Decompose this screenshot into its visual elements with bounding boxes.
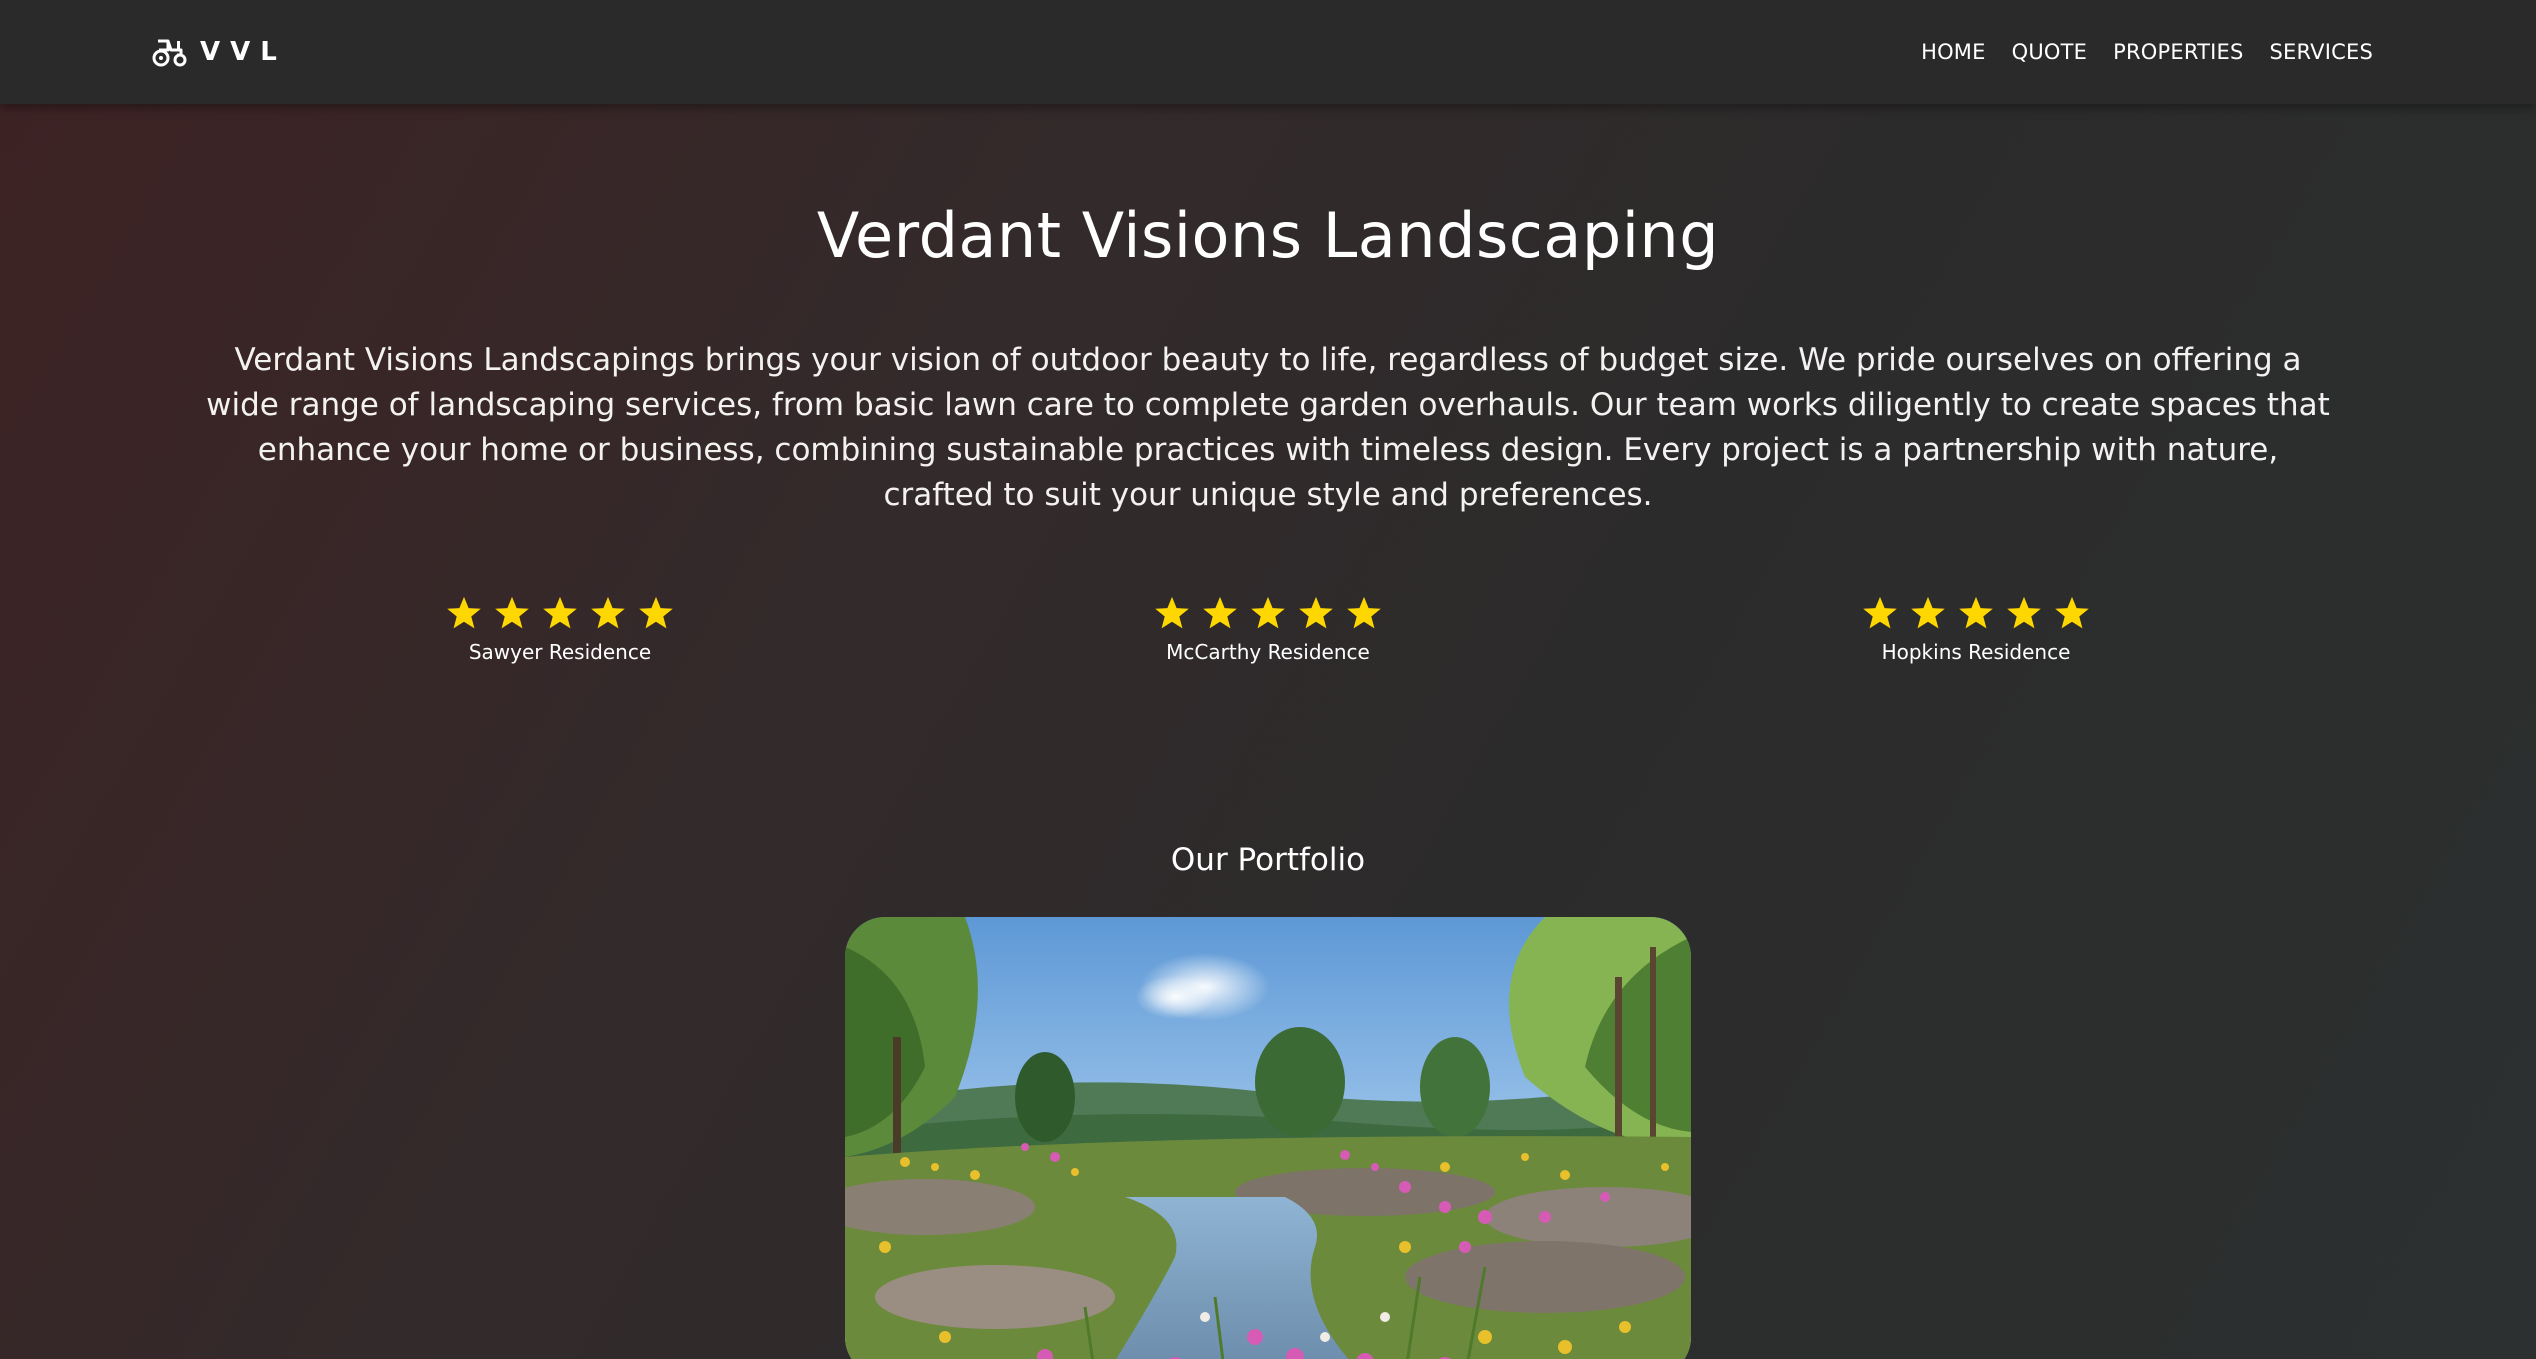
portfolio-image [845,917,1691,1359]
main-nav: HOME QUOTE PROPERTIES SERVICES [1895,30,2373,74]
star-icon [2005,594,2043,632]
nav-quote[interactable]: QUOTE [2012,40,2088,64]
review-card: Sawyer Residence [380,594,740,664]
nav-services[interactable]: SERVICES [2270,40,2373,64]
star-icon [1861,594,1899,632]
star-icon [1297,594,1335,632]
brand-logo[interactable]: VVL [152,28,287,76]
page-title: Verdant Visions Landscaping [816,199,1720,272]
star-icon [1345,594,1383,632]
review-name: McCarthy Residence [1166,640,1370,664]
navbar: VVL HOME QUOTE PROPERTIES SERVICES [0,0,2536,104]
review-name: Hopkins Residence [1881,640,2071,664]
star-icon [2053,594,2091,632]
nav-properties[interactable]: PROPERTIES [2113,40,2243,64]
star-icon [1909,594,1947,632]
star-rating [380,594,740,638]
reviews-section: Sawyer Residence McCarthy Residence Hopk… [0,594,2536,674]
star-icon [541,594,579,632]
tractor-icon [152,35,190,69]
star-icon [1249,594,1287,632]
nav-home[interactable]: HOME [1921,40,1986,64]
star-icon [445,594,483,632]
star-icon [1957,594,1995,632]
review-card: Hopkins Residence [1796,594,2156,664]
star-icon [589,594,627,632]
star-rating [1088,594,1448,638]
review-name: Sawyer Residence [468,640,652,664]
hero-description: Verdant Visions Landscapings brings your… [206,342,2330,513]
brand-text: VVL [200,37,287,67]
star-icon [637,594,675,632]
star-icon [1201,594,1239,632]
star-icon [1153,594,1191,632]
star-rating [1796,594,2156,638]
review-card: McCarthy Residence [1088,594,1448,664]
portfolio-title: Our Portfolio [1170,842,1366,878]
star-icon [493,594,531,632]
